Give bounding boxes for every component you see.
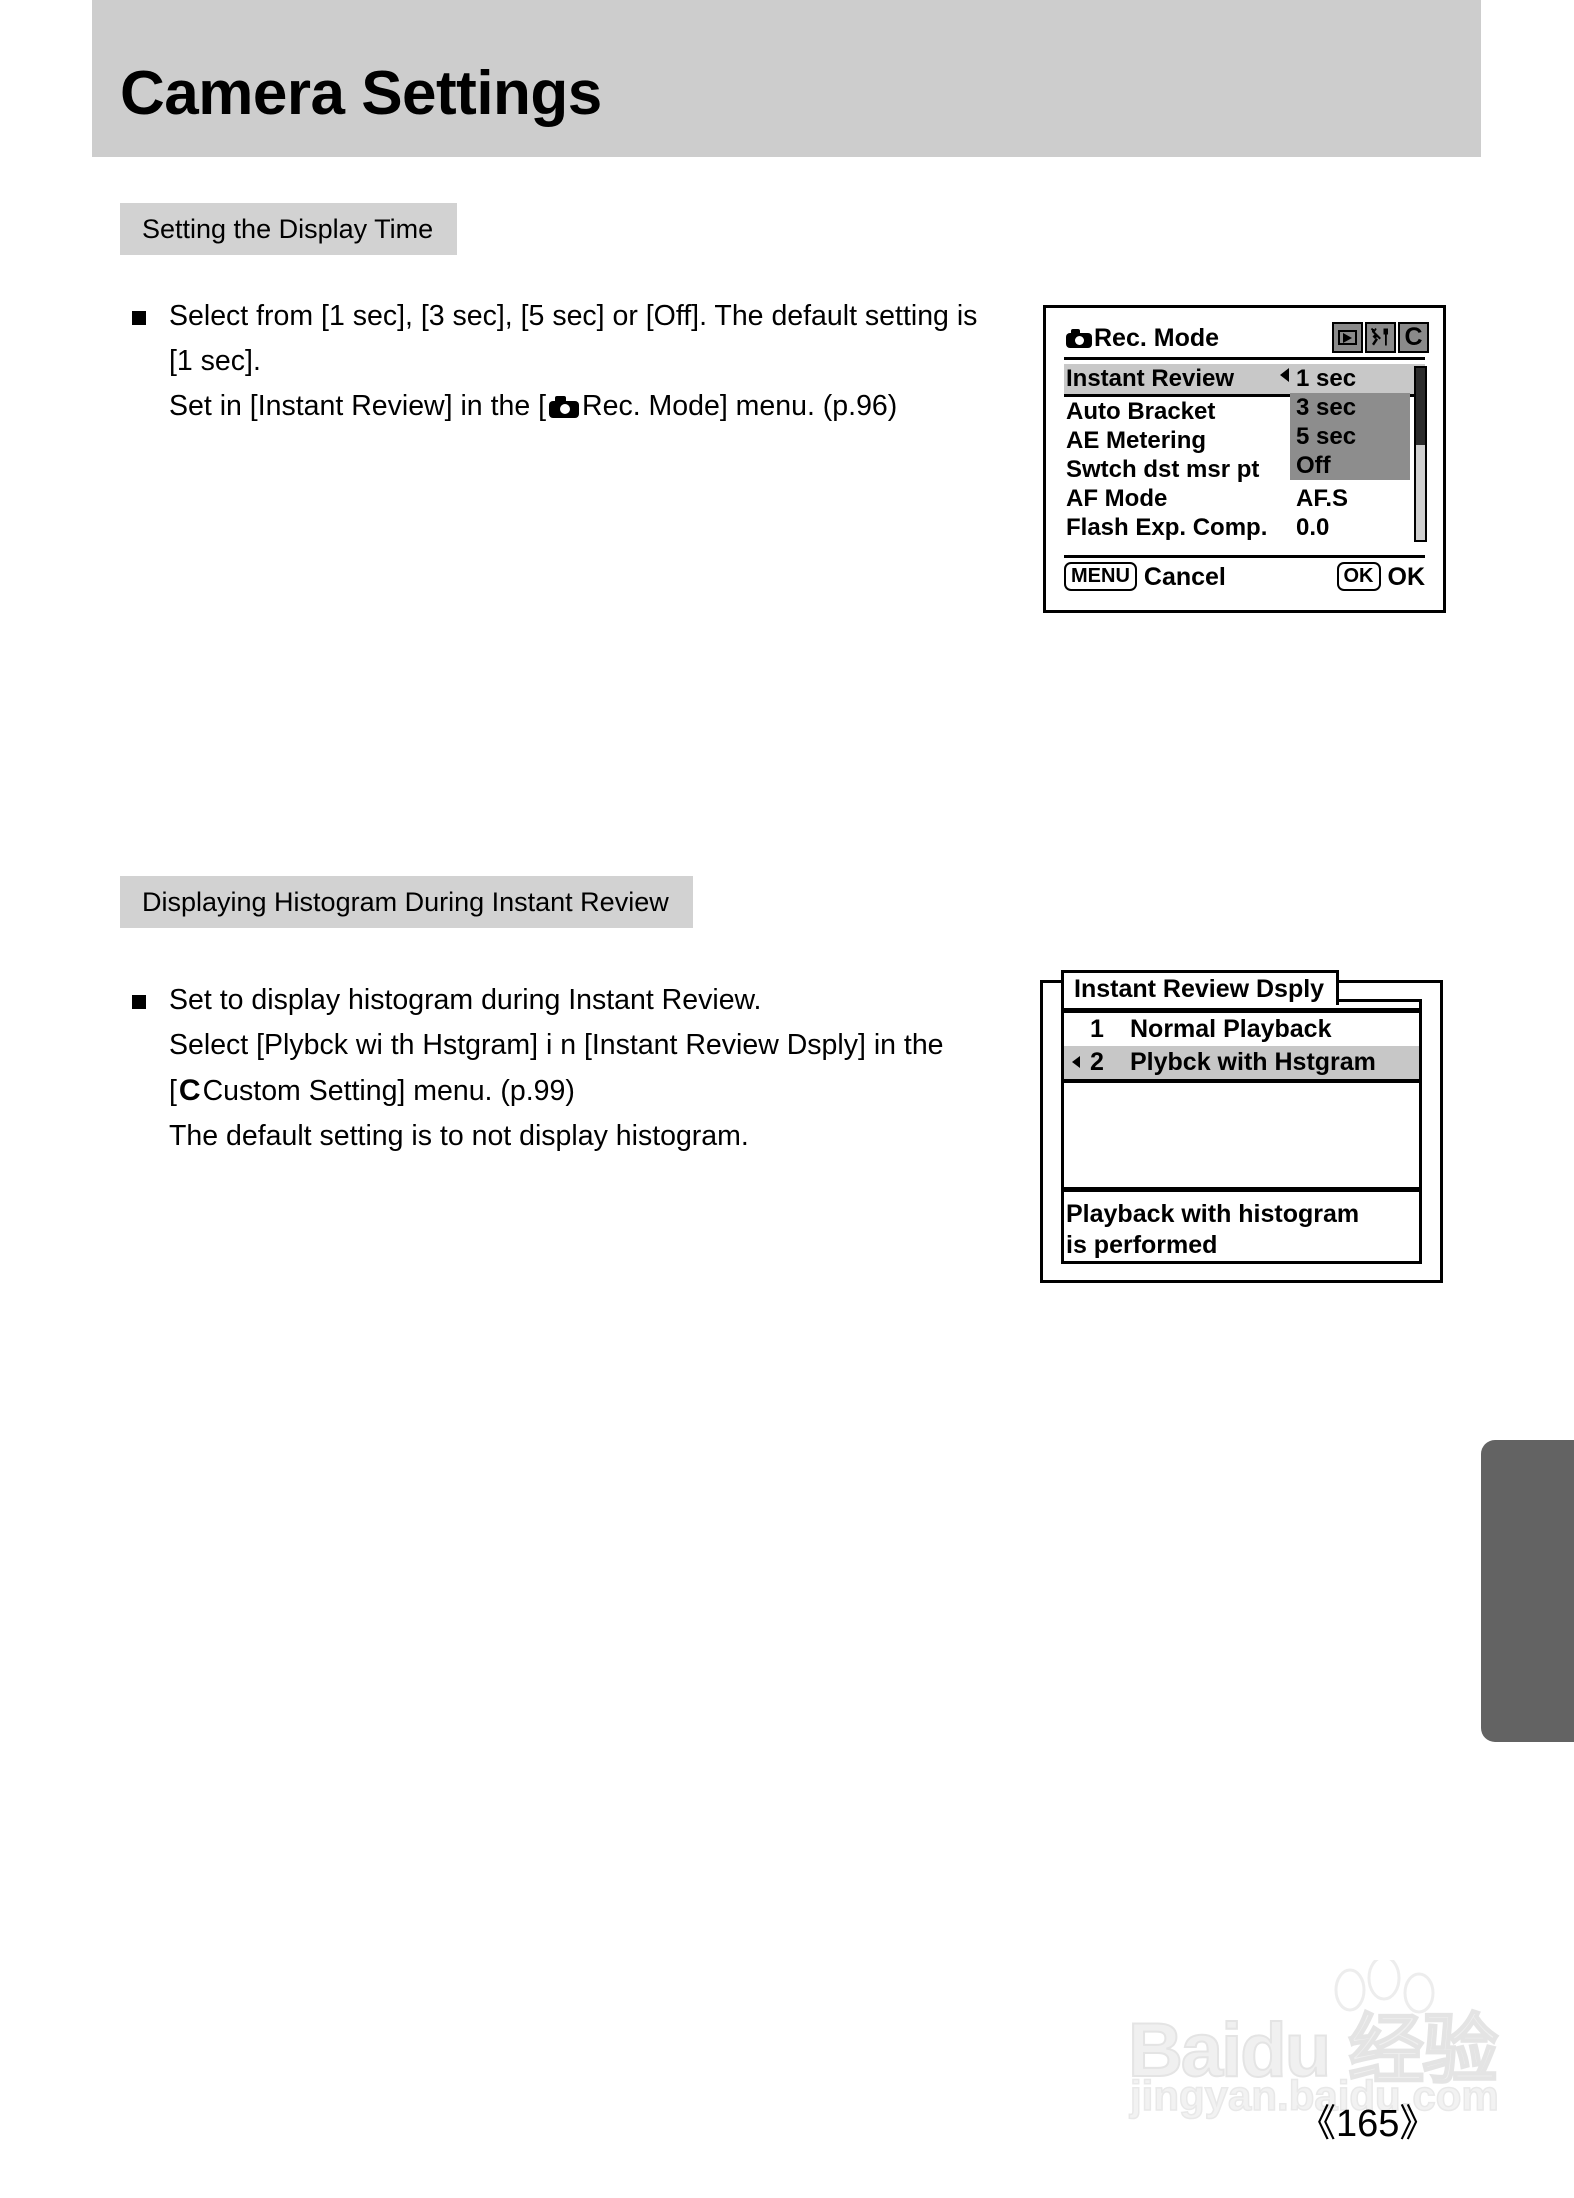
bullet-item: Set to display histogram during Instant … [130,978,970,1159]
c-letter-icon: C [1404,323,1423,351]
lcd-dsply-inner: Instant Review Dsply 1 Normal Playback 2… [1061,970,1422,1264]
option-number: 1 [1090,1015,1104,1043]
ok-label: OK [1387,563,1426,591]
cancel-action[interactable]: MENU Cancel [1064,562,1226,592]
lcd-rec-mode-inner: Rec. Mode C Instant Review 1 sec Auto Br… [1064,322,1429,598]
option-row-plybck-with-hstgram[interactable]: 2 Plybck with Hstgram [1064,1046,1419,1083]
section-heading-display-time: Setting the Display Time [120,203,458,255]
page-edge-tab-marker [1481,1440,1574,1742]
selection-caret-icon [1280,368,1289,382]
option-number: 2 [1090,1048,1104,1076]
lcd-titlebar: Rec. Mode C [1064,322,1429,360]
body-text-after-icon: Custom Setting] menu. (p.99) [202,1075,575,1107]
wrench-screwdriver-icon [1370,327,1388,346]
menu-row-label: AF Mode [1066,485,1168,512]
c-letter-icon: C [178,1074,201,1107]
dropdown-option-3sec[interactable]: 3 sec [1290,393,1410,422]
page-number: 《165》 [1298,2103,1438,2145]
body-line-with-icon: Set in [Instant Review] in the [ Rec. Mod… [169,384,960,429]
description-line: Playback with histogram [1066,1200,1360,1228]
lcd-title: Rec. Mode [1094,324,1220,352]
lcd-tab-strip: C [1332,322,1429,353]
selection-caret-icon [1072,1056,1080,1068]
menu-row-label: Swtch dst msr pt [1066,456,1260,483]
custom-tab[interactable]: C [1398,322,1429,353]
lcd-screen-instant-review-dsply: Instant Review Dsply 1 Normal Playback 2… [1040,970,1443,1283]
section-heading-histogram: Displaying Histogram During Instant Revi… [120,876,693,928]
ok-button-chip[interactable]: OK [1336,562,1381,591]
setup-tab[interactable] [1365,322,1396,353]
body-line-with-icon: [CCustom Setting] menu. (p.99) [169,1068,970,1114]
menu-button-chip[interactable]: MENU [1064,562,1137,591]
body-line: [1 sec]. [169,345,261,377]
option-label: Plybck with Hstgram [1130,1048,1376,1076]
list-empty-space [1064,1083,1419,1147]
camera-icon [549,396,580,418]
dropdown-option-off[interactable]: Off [1290,451,1410,480]
lcd-menu-list: Instant Review 1 sec Auto Bracket AE Met… [1064,364,1427,542]
page-title: Camera Settings [120,59,602,128]
body-line: Set to display histogram during Instant … [169,984,762,1016]
menu-row-label: Flash Exp. Comp. [1066,514,1268,541]
paw-print-icon [1334,1960,1435,2014]
play-triangle-icon [1343,333,1352,343]
menu-row-label: AE Metering [1066,427,1207,454]
lcd-scrollbar[interactable] [1414,366,1427,542]
menu-row-value: 0.0 [1296,514,1330,541]
watermark-brand: Baidu 经验 [1127,2007,1499,2094]
body-text-after-icon: Rec. Mode] menu. (p.96) [582,390,898,422]
lcd-footer-bar: MENU Cancel OK OK [1064,555,1425,598]
body-line: Select [Plybck wi th Hstgram] i n [Insta… [169,1029,944,1061]
menu-row-af-mode[interactable]: AF Mode AF.S [1064,484,1425,513]
option-row-normal-playback[interactable]: 1 Normal Playback [1064,1013,1419,1046]
body-line: The default setting is to not display hi… [169,1120,749,1152]
scrollbar-thumb[interactable] [1416,368,1425,446]
section-body-histogram: Set to display histogram during Instant … [130,978,970,1159]
option-description: Playback with histogram is performed [1064,1187,1419,1261]
ok-action[interactable]: OK OK [1336,562,1426,592]
menu-row-label: Auto Bracket [1066,398,1216,425]
cancel-label: Cancel [1143,563,1226,591]
description-line: is performed [1066,1231,1218,1259]
lcd-title: Instant Review Dsply [1061,970,1340,1005]
body-text-before-icon: Set in [Instant Review] in the [ [169,390,547,422]
menu-row-label: Instant Review [1066,365,1235,392]
section-body-display-time: Select from [1 sec], [3 sec], [5 sec] or… [130,294,978,429]
menu-row-value: 1 sec [1296,365,1357,392]
bullet-square-icon [132,995,146,1009]
lcd-screen-rec-mode: Rec. Mode C Instant Review 1 sec Auto Br… [1043,305,1446,613]
option-label: Normal Playback [1130,1015,1332,1043]
menu-row-value: AF.S [1296,485,1349,512]
camera-icon [1066,329,1092,350]
dropdown-option-5sec[interactable]: 5 sec [1290,422,1410,451]
playback-tab[interactable] [1332,322,1363,353]
body-text-before-icon: [ [169,1075,177,1107]
bullet-square-icon [132,311,146,325]
bullet-item: Select from [1 sec], [3 sec], [5 sec] or… [130,294,978,429]
menu-row-flash-exp-comp[interactable]: Flash Exp. Comp. 0.0 [1064,513,1425,542]
body-line: Select from [1 sec], [3 sec], [5 sec] or… [169,300,978,332]
lcd-option-list: 1 Normal Playback 2 Plybck with Hstgram [1064,1008,1419,1147]
instant-review-dropdown[interactable]: 3 sec 5 sec Off [1290,393,1410,480]
